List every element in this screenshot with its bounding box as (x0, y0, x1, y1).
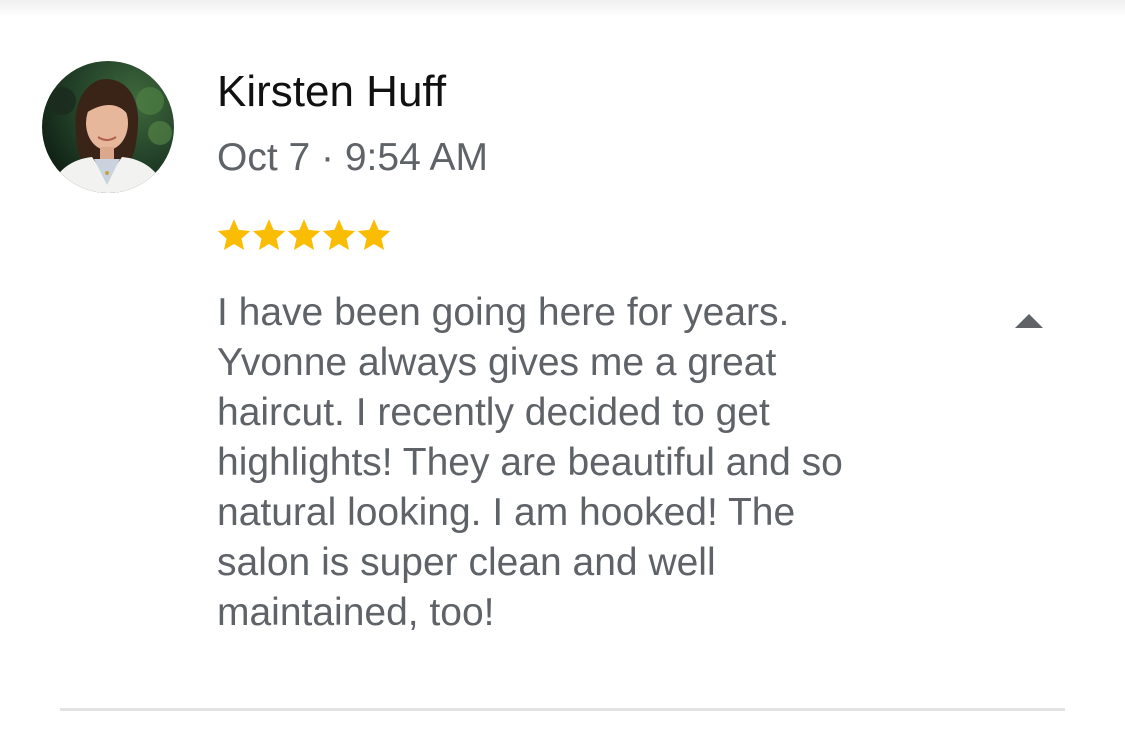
triangle-up-icon (1015, 314, 1043, 328)
collapse-review-button[interactable] (1004, 304, 1054, 338)
review-text-line: natural looking. I am hooked! The (217, 491, 796, 534)
review-date: Oct 7 · 9:54 AM (217, 136, 488, 179)
review-card: Kirsten Huff Oct 7 · 9:54 AM I have been… (0, 0, 1125, 731)
reviewer-name[interactable]: Kirsten Huff (217, 66, 446, 118)
avatar[interactable] (42, 61, 174, 193)
review-text: I have been going here for years. Yvonne … (217, 288, 937, 638)
star-rating (216, 210, 391, 260)
review-text-line: haircut. I recently decided to get (217, 391, 770, 434)
star-icon (217, 219, 251, 250)
review-text-line: highlights! They are beautiful and so (217, 441, 843, 484)
top-shadow (0, 0, 1125, 18)
star-icon (252, 219, 286, 250)
review-text-line: salon is super clean and well (217, 541, 716, 584)
review-text-line: Yvonne always gives me a great (217, 341, 777, 384)
star-icon (322, 219, 356, 250)
review-text-line: maintained, too! (217, 591, 495, 634)
star-icon (287, 219, 321, 250)
star-icon (357, 219, 391, 250)
review-text-line: I have been going here for years. (217, 291, 790, 334)
divider (60, 708, 1065, 711)
